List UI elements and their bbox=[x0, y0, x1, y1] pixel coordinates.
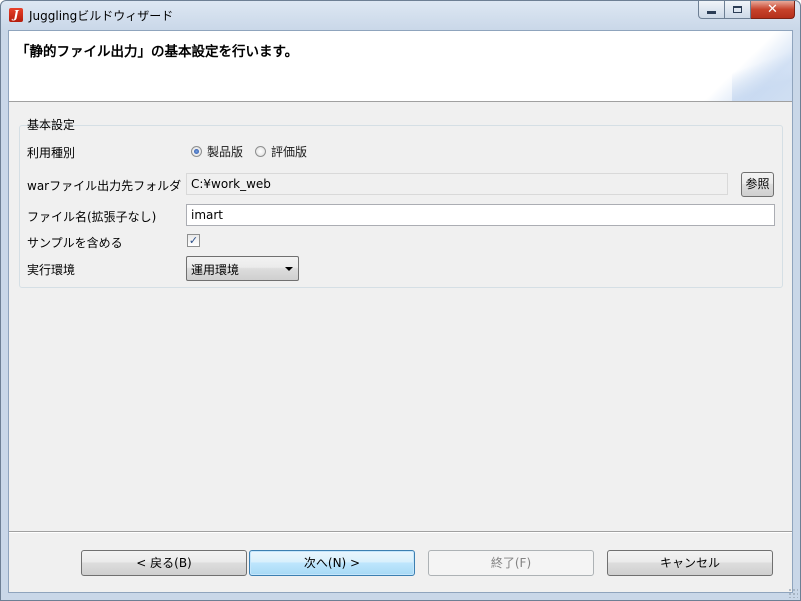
browse-button[interactable]: 参照 bbox=[741, 172, 774, 197]
window-controls: ✕ bbox=[698, 1, 795, 19]
header-decoration-2 bbox=[732, 51, 792, 101]
radio-product-edition[interactable]: 製品版 bbox=[191, 143, 243, 160]
minimize-button[interactable] bbox=[698, 1, 725, 19]
war-output-folder-field[interactable] bbox=[186, 173, 728, 195]
resize-grip[interactable] bbox=[788, 588, 798, 598]
wizard-header-panel: 「静的ファイル出力」の基本設定を行います。 bbox=[9, 31, 792, 102]
wizard-client-area: 「静的ファイル出力」の基本設定を行います。 基本設定 利用種別 製品版 評価版 … bbox=[8, 30, 793, 593]
next-button[interactable]: 次へ(N) > bbox=[249, 550, 415, 576]
close-button[interactable]: ✕ bbox=[751, 1, 795, 19]
file-name-label: ファイル名(拡張子なし) bbox=[27, 210, 157, 224]
radio-evaluation-edition-circle[interactable] bbox=[255, 146, 267, 157]
usage-type-radio-group: 製品版 評価版 bbox=[191, 143, 319, 160]
radio-product-edition-label: 製品版 bbox=[207, 145, 244, 159]
wizard-window: J Jugglingビルドウィザード ✕ 「静的ファイル出力」の基本設定を行いま… bbox=[0, 0, 801, 601]
maximize-icon bbox=[733, 6, 742, 13]
juggling-app-icon: J bbox=[9, 8, 23, 22]
runtime-env-label: 実行環境 bbox=[27, 263, 76, 277]
close-icon: ✕ bbox=[767, 2, 778, 17]
maximize-button[interactable] bbox=[725, 1, 751, 19]
footer-separator bbox=[9, 531, 792, 533]
basic-settings-legend: 基本設定 bbox=[27, 118, 76, 132]
back-button[interactable]: < 戻る(B) bbox=[81, 550, 247, 576]
title-bar[interactable]: J Jugglingビルドウィザード ✕ bbox=[1, 1, 800, 29]
window-title: Jugglingビルドウィザード bbox=[29, 9, 174, 23]
page-title: 「静的ファイル出力」の基本設定を行います。 bbox=[16, 44, 299, 60]
war-output-folder-label: warファイル出力先フォルダ bbox=[27, 179, 182, 193]
file-name-field[interactable] bbox=[186, 204, 775, 226]
radio-evaluation-edition-label: 評価版 bbox=[271, 145, 308, 159]
include-samples-checkbox[interactable]: ✓ bbox=[187, 234, 200, 247]
radio-product-edition-circle[interactable] bbox=[191, 146, 202, 157]
radio-evaluation-edition[interactable]: 評価版 bbox=[255, 143, 307, 160]
include-samples-label: サンプルを含める bbox=[27, 236, 123, 250]
dropdown-arrow-icon bbox=[285, 267, 293, 271]
runtime-env-selected-value: 運用環境 bbox=[191, 263, 240, 277]
checkmark-icon: ✓ bbox=[188, 234, 199, 247]
cancel-button[interactable]: キャンセル bbox=[607, 550, 773, 576]
finish-button[interactable]: 終了(F) bbox=[428, 550, 594, 576]
runtime-env-select[interactable]: 運用環境 bbox=[186, 256, 299, 281]
usage-type-label: 利用種別 bbox=[27, 146, 76, 160]
minimize-icon bbox=[707, 11, 716, 14]
